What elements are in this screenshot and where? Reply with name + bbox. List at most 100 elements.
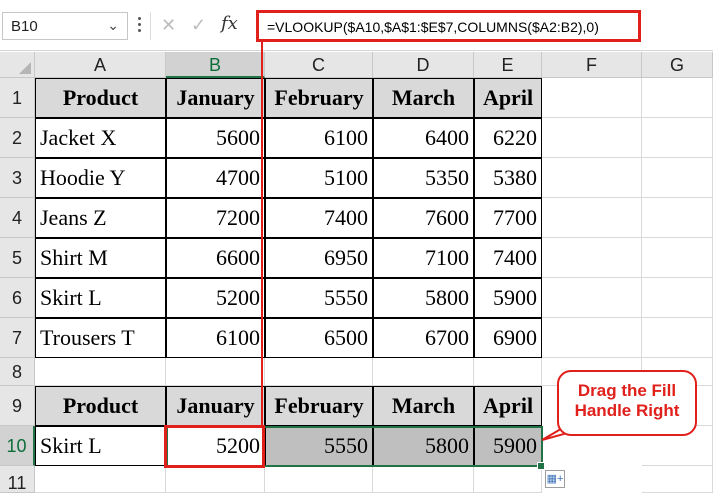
- header-cell[interactable]: April: [474, 78, 542, 118]
- row-header-11[interactable]: 11: [0, 466, 35, 493]
- table-cell[interactable]: 6900: [474, 318, 542, 358]
- cell-b8[interactable]: [166, 358, 265, 386]
- column-header-d[interactable]: D: [373, 52, 474, 78]
- table-cell[interactable]: 6100: [265, 118, 373, 158]
- more-icon[interactable]: [136, 14, 142, 38]
- cell-g2[interactable]: [642, 118, 713, 158]
- cell-d8[interactable]: [373, 358, 474, 386]
- table-cell[interactable]: 7200: [166, 198, 265, 238]
- table-cell[interactable]: 6500: [265, 318, 373, 358]
- cell-g3[interactable]: [642, 158, 713, 198]
- row-header-9[interactable]: 9: [0, 386, 35, 426]
- table-cell[interactable]: 7700: [474, 198, 542, 238]
- header-cell[interactable]: February: [265, 78, 373, 118]
- cell-e8[interactable]: [474, 358, 542, 386]
- cell-c8[interactable]: [265, 358, 373, 386]
- cell-a8[interactable]: [35, 358, 166, 386]
- cell-g1[interactable]: [642, 78, 713, 118]
- name-box-value: B10: [11, 18, 38, 35]
- column-header-g[interactable]: G: [642, 52, 713, 78]
- table-cell-product[interactable]: Skirt L: [35, 278, 166, 318]
- table-cell-product[interactable]: Hoodie Y: [35, 158, 166, 198]
- cell-f6[interactable]: [542, 278, 642, 318]
- header-cell[interactable]: Product: [35, 386, 166, 426]
- formula-text: =VLOOKUP($A10,$A$1:$E$7,COLUMNS($A2:B2),…: [267, 19, 599, 35]
- formula-bar-divider: [0, 50, 713, 51]
- table-cell[interactable]: 6400: [373, 118, 474, 158]
- column-header-f[interactable]: F: [542, 52, 642, 78]
- row-header-2[interactable]: 2: [0, 118, 35, 158]
- cell-g11[interactable]: [642, 466, 713, 493]
- cell-g5[interactable]: [642, 238, 713, 278]
- table-cell[interactable]: 6220: [474, 118, 542, 158]
- header-cell[interactable]: February: [265, 386, 373, 426]
- column-header-e[interactable]: E: [474, 52, 542, 78]
- table-cell-product[interactable]: Jeans Z: [35, 198, 166, 238]
- table-cell-product[interactable]: Shirt M: [35, 238, 166, 278]
- function-icon[interactable]: fx: [221, 15, 238, 33]
- cell-f4[interactable]: [542, 198, 642, 238]
- cell-g4[interactable]: [642, 198, 713, 238]
- row-header-1[interactable]: 1: [0, 78, 35, 118]
- row-header-10[interactable]: 10: [0, 426, 35, 466]
- row-header-6[interactable]: 6: [0, 278, 35, 318]
- header-cell[interactable]: Product: [35, 78, 166, 118]
- auto-fill-options-icon[interactable]: ▦+: [545, 470, 565, 488]
- column-header-a[interactable]: A: [35, 52, 166, 78]
- cell-d11[interactable]: [373, 466, 474, 493]
- cell-f1[interactable]: [542, 78, 642, 118]
- table-cell[interactable]: 6600: [166, 238, 265, 278]
- header-cell[interactable]: March: [373, 78, 474, 118]
- cell-g7[interactable]: [642, 318, 713, 358]
- table-cell[interactable]: 5200: [166, 278, 265, 318]
- table-cell[interactable]: 7600: [373, 198, 474, 238]
- cell-f3[interactable]: [542, 158, 642, 198]
- header-cell[interactable]: January: [166, 78, 265, 118]
- cell-f5[interactable]: [542, 238, 642, 278]
- table-cell[interactable]: 4700: [166, 158, 265, 198]
- table-cell[interactable]: 5380: [474, 158, 542, 198]
- table-cell[interactable]: 5350: [373, 158, 474, 198]
- chevron-down-icon[interactable]: ⌄: [107, 17, 119, 34]
- row-header-8[interactable]: 8: [0, 358, 35, 386]
- table-cell[interactable]: 7100: [373, 238, 474, 278]
- name-box[interactable]: B10 ⌄: [2, 12, 128, 40]
- formula-bar-buttons: ✕ ✓ fx: [150, 12, 251, 40]
- row-header-3[interactable]: 3: [0, 158, 35, 198]
- cell-g6[interactable]: [642, 278, 713, 318]
- table-cell[interactable]: 6100: [166, 318, 265, 358]
- cell-f2[interactable]: [542, 118, 642, 158]
- cancel-icon[interactable]: ✕: [161, 16, 176, 34]
- row-header-5[interactable]: 5: [0, 238, 35, 278]
- enter-icon[interactable]: ✓: [191, 16, 206, 34]
- instruction-callout: Drag the Fill Handle Right: [557, 370, 697, 436]
- table-cell-product[interactable]: Jacket X: [35, 118, 166, 158]
- header-cell[interactable]: March: [373, 386, 474, 426]
- table-cell[interactable]: 5600: [166, 118, 265, 158]
- column-header-c[interactable]: C: [265, 52, 373, 78]
- column-header-b[interactable]: B: [166, 52, 265, 78]
- table-cell-product[interactable]: Trousers T: [35, 318, 166, 358]
- lookup-product-cell[interactable]: Skirt L: [35, 426, 166, 466]
- table-cell[interactable]: 5900: [474, 278, 542, 318]
- fill-handle[interactable]: [537, 462, 545, 470]
- table-cell[interactable]: 5800: [373, 278, 474, 318]
- select-all-button[interactable]: [0, 52, 35, 78]
- cell-c11[interactable]: [265, 466, 373, 493]
- header-cell[interactable]: January: [166, 386, 265, 426]
- row-header-4[interactable]: 4: [0, 198, 35, 238]
- table-cell[interactable]: 7400: [265, 198, 373, 238]
- cell-e11[interactable]: [474, 466, 542, 493]
- connector-line: [261, 40, 263, 426]
- cell-f7[interactable]: [542, 318, 642, 358]
- header-cell[interactable]: April: [474, 386, 542, 426]
- row-header-7[interactable]: 7: [0, 318, 35, 358]
- table-cell[interactable]: 6950: [265, 238, 373, 278]
- table-cell[interactable]: 6700: [373, 318, 474, 358]
- table-cell[interactable]: 7400: [474, 238, 542, 278]
- table-cell[interactable]: 5550: [265, 278, 373, 318]
- cell-b11[interactable]: [166, 466, 265, 493]
- cell-a11[interactable]: [35, 466, 166, 493]
- table-cell[interactable]: 5100: [265, 158, 373, 198]
- formula-input[interactable]: =VLOOKUP($A10,$A$1:$E$7,COLUMNS($A2:B2),…: [256, 10, 641, 42]
